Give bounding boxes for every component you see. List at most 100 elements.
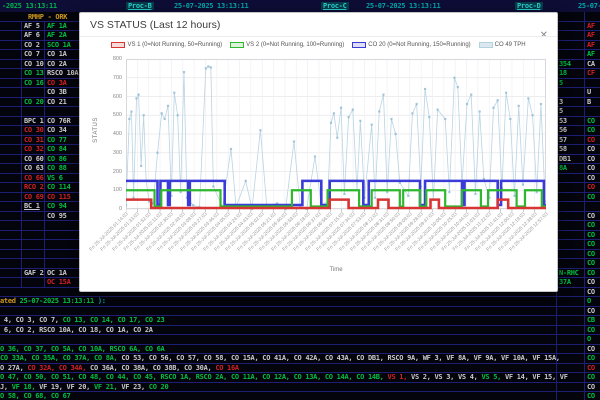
table-cell	[585, 107, 587, 116]
table-cell: N-RHC	[559, 268, 579, 277]
table-row: B	[585, 97, 600, 107]
table-cell	[0, 183, 22, 192]
table-cell	[0, 59, 22, 68]
table-cell	[0, 21, 22, 30]
table-cell: CO 32	[24, 145, 45, 154]
table-row	[556, 50, 584, 60]
table-cell: B	[587, 97, 591, 106]
table-row: CO	[585, 259, 600, 269]
status-text: O 27A,	[0, 363, 28, 372]
legend-label: CO 49 TPH	[494, 42, 526, 48]
table-cell	[0, 116, 22, 125]
table-cell	[585, 79, 587, 88]
table-cell	[22, 278, 45, 287]
table-row	[556, 202, 584, 212]
table-row: CO	[585, 135, 600, 145]
legend-swatch-icon	[230, 42, 245, 48]
table-row	[585, 79, 600, 88]
table-row	[585, 107, 600, 117]
table-row	[556, 259, 584, 269]
timestamp: 25-07-2025 13:13:11	[366, 2, 441, 10]
table-row: AF 5 AF 1A	[0, 21, 85, 31]
status-text: O 47, CO 50, CO 51, CO 48, CO 44, CO 45,…	[0, 373, 388, 381]
table-cell: CO	[587, 344, 595, 353]
legend-item[interactable]: CO 49 TPH	[478, 42, 526, 48]
table-cell	[22, 221, 45, 230]
x-axis-label: Time	[329, 267, 343, 273]
table-row: CO	[585, 164, 600, 174]
chart-plot-area	[124, 58, 547, 215]
status-text: 4, CO 3, CO 7,	[0, 316, 63, 324]
table-row: CO	[585, 325, 600, 335]
table-cell: CO	[587, 363, 595, 372]
proc-link[interactable]: Proc-C	[321, 2, 349, 10]
table-row: CO	[585, 145, 600, 155]
y-tick-label: 0	[118, 206, 122, 212]
status-text: VF 23,	[121, 382, 149, 391]
status-text: VS 1,	[387, 373, 412, 381]
status-text: CO 33A, CO 35A, CO 37A, CO 8A,	[0, 354, 122, 362]
y-tick-label: 200	[112, 168, 122, 175]
table-cell: CO	[587, 164, 595, 172]
table-row: AF	[585, 22, 600, 31]
table-cell	[0, 78, 22, 87]
table-row: CO	[585, 212, 600, 221]
table-row	[556, 31, 584, 41]
status-text: VF 19, VF 20,	[39, 382, 94, 391]
table-row: CO	[585, 363, 600, 373]
table-row: AF 6 AF 2A	[0, 31, 85, 41]
status-text: ated	[0, 297, 20, 305]
table-cell: CO	[587, 240, 595, 248]
table-cell	[0, 202, 22, 211]
table-row: CO 66 VS 6	[0, 173, 85, 183]
table-cell: CO	[587, 306, 595, 315]
table-cell: CO	[587, 268, 595, 277]
status-line: ated 25-07-2025 13:13:11 ):	[0, 297, 584, 307]
table-cell	[0, 40, 22, 49]
table-cell	[0, 88, 22, 97]
y-tick-label: 500	[112, 112, 122, 119]
proc-link[interactable]: Proc-B	[126, 2, 154, 10]
y-tick-label: 800	[112, 56, 122, 62]
legend-item[interactable]: VS 1 (0=Not Running, 50=Running)	[111, 42, 222, 48]
table-cell: CO	[587, 230, 595, 239]
status-text: VS 5,	[481, 373, 505, 381]
legend-item[interactable]: CO 20 (0=Not Running, 150=Running)	[352, 42, 471, 48]
legend-swatch-icon	[478, 42, 493, 48]
table-cell: CO	[587, 325, 595, 334]
table-cell: O	[587, 297, 591, 305]
table-cell: CO	[587, 221, 595, 229]
y-tick-label: 400	[112, 131, 122, 137]
table-cell	[22, 107, 45, 116]
table-row: 18	[556, 69, 584, 79]
table-cell: CO	[587, 154, 595, 163]
table-row: OC 15A	[0, 278, 85, 288]
table-row: O	[585, 297, 600, 307]
legend-item[interactable]: VS 2 (0=Not Running, 100=Running)	[230, 42, 344, 48]
table-row: CO 13 RSCO 10A	[0, 69, 85, 79]
table-row: CO	[585, 240, 600, 250]
table-cell: CO	[587, 135, 595, 144]
top-status-bar: -2025 13:13:11 Proc-B 25-07-2025 13:13:11 P…	[0, 0, 600, 12]
table-row	[556, 212, 584, 221]
table-row: 58	[556, 145, 584, 155]
status-text: 6, CO 2, RSCO 10A, CO 18, CO 1A, CO 2A	[0, 325, 153, 334]
timestamp: 25-07-2025	[578, 2, 600, 10]
table-row: CB	[585, 316, 600, 326]
table-cell: CO 30	[24, 126, 45, 135]
status-text: CO 13, CO 14, CO 17, CO 23	[62, 316, 165, 324]
table-row: O	[585, 335, 600, 345]
table-row	[556, 183, 584, 193]
table-cell	[0, 126, 22, 135]
status-text: CO 36A, CO 38A, CO 38B, CO 30A,	[90, 363, 216, 372]
table-row: DB1	[556, 155, 584, 164]
table-row: CO	[585, 154, 600, 164]
table-row: CO	[585, 354, 600, 364]
table-row: CO	[585, 383, 600, 392]
table-cell: CO 20	[24, 97, 45, 106]
table-cell	[0, 31, 22, 40]
table-row	[0, 240, 85, 250]
table-row: AF	[585, 50, 600, 60]
table-cell	[22, 211, 45, 220]
proc-link[interactable]: Proc-D	[515, 2, 543, 10]
